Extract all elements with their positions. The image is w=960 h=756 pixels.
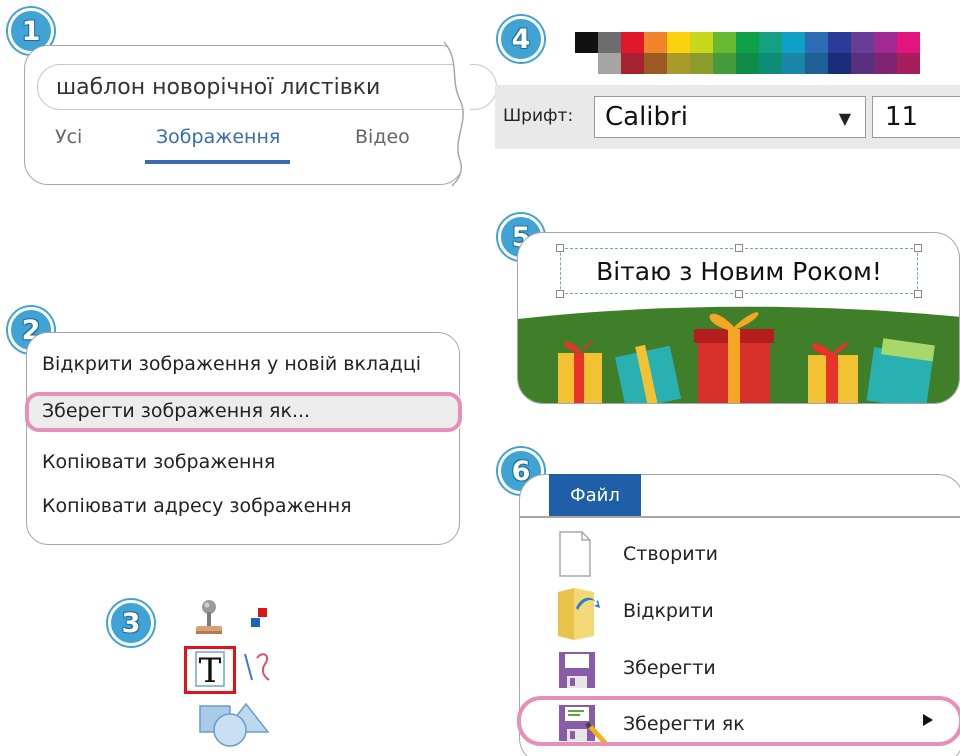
active-tab-indicator	[145, 160, 290, 164]
menu-item-copy-image[interactable]: Копіювати зображення	[42, 451, 275, 473]
file-menu-item-open[interactable]: Відкрити	[623, 600, 714, 622]
color-swatch[interactable]	[644, 53, 667, 74]
color-swatch[interactable]	[667, 53, 690, 74]
file-menu-item-create[interactable]: Створити	[623, 543, 718, 565]
color-swatch[interactable]	[897, 32, 920, 53]
font-size-input[interactable]: 11	[872, 96, 960, 138]
shapes-icon[interactable]	[198, 700, 272, 748]
file-menu-item-save[interactable]: Зберегти	[623, 657, 716, 679]
step-badge-3: 3	[108, 600, 154, 646]
color-swatch[interactable]	[828, 53, 851, 74]
line-curve-icon[interactable]	[241, 650, 273, 684]
search-panel: шаблон новорічної листівки Усі Зображенн…	[24, 45, 497, 185]
color-swatch[interactable]	[713, 53, 736, 74]
color-swatch[interactable]	[874, 53, 897, 74]
resize-handle[interactable]	[914, 244, 922, 252]
color-swatch[interactable]	[759, 53, 782, 74]
tab-images[interactable]: Зображення	[156, 126, 280, 148]
color-swatch[interactable]	[667, 32, 690, 53]
color-swatch[interactable]	[621, 53, 644, 74]
color-swatch[interactable]	[851, 32, 874, 53]
color-swatch[interactable]	[759, 32, 782, 53]
color-swatch[interactable]	[851, 53, 874, 74]
color-swatch[interactable]	[644, 32, 667, 53]
context-menu: Відкрити зображення у новій вкладці Збер…	[25, 332, 462, 545]
font-toolbar: Шрифт: Calibri ▼ 11	[495, 85, 960, 149]
resize-handle[interactable]	[556, 290, 564, 298]
text-tool-icon[interactable]: T	[190, 648, 230, 692]
color-swatch[interactable]	[874, 32, 897, 53]
file-menu-tab[interactable]: Файл	[549, 474, 641, 516]
stamp-icon[interactable]	[192, 598, 226, 640]
menu-item-open-image-new-tab[interactable]: Відкрити зображення у новій вкладці	[42, 353, 421, 375]
highlight-ring	[517, 696, 960, 746]
color-swatch[interactable]	[782, 53, 805, 74]
color-swap-icon[interactable]	[246, 606, 272, 632]
menu-header-divider	[519, 516, 960, 518]
color-swatch[interactable]	[805, 53, 828, 74]
color-swatch[interactable]	[690, 53, 713, 74]
color-swatch[interactable]	[621, 32, 644, 53]
search-input[interactable]: шаблон новорічної листівки	[37, 64, 497, 110]
color-swatch[interactable]	[828, 32, 851, 53]
color-swatch[interactable]	[897, 53, 920, 74]
save-icon	[559, 652, 595, 688]
color-swatch[interactable]	[782, 32, 805, 53]
color-swatch[interactable]	[598, 32, 621, 53]
color-swatch[interactable]	[575, 32, 598, 53]
step-badge-4: 4	[498, 16, 544, 62]
resize-handle[interactable]	[735, 290, 743, 298]
resize-handle[interactable]	[556, 244, 564, 252]
tab-video[interactable]: Відео	[355, 126, 410, 148]
new-file-icon	[559, 531, 591, 577]
color-swatch[interactable]	[575, 53, 598, 74]
card-greeting-textbox[interactable]: Вітаю з Новим Роком!	[560, 248, 918, 294]
color-swatch[interactable]	[805, 32, 828, 53]
color-swatch[interactable]	[713, 32, 736, 53]
tab-all[interactable]: Усі	[55, 126, 82, 148]
font-family-value: Calibri	[605, 102, 688, 132]
resize-handle[interactable]	[914, 290, 922, 298]
open-folder-icon	[558, 588, 600, 640]
color-swatch[interactable]	[736, 53, 759, 74]
greeting-card: Вітаю з Новим Роком!	[517, 232, 960, 404]
font-family-select[interactable]: Calibri ▼	[594, 96, 866, 138]
color-swatch[interactable]	[690, 32, 713, 53]
highlight-ring	[25, 392, 462, 432]
torn-edge-decoration	[443, 41, 470, 187]
color-swatch[interactable]	[736, 32, 759, 53]
font-label: Шрифт:	[503, 106, 574, 126]
dropdown-arrow-icon[interactable]: ▼	[839, 109, 851, 128]
menu-item-copy-image-address[interactable]: Копіювати адресу зображення	[42, 495, 352, 517]
svg-text:T: T	[199, 651, 222, 691]
resize-handle[interactable]	[735, 244, 743, 252]
color-swatch[interactable]	[598, 53, 621, 74]
